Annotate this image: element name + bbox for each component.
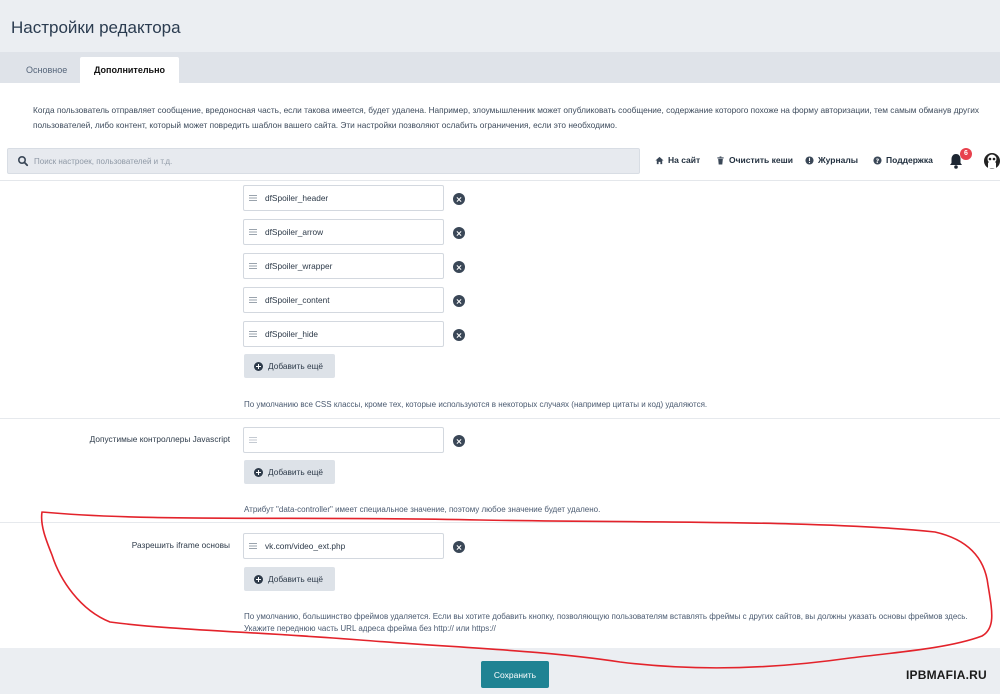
remove-icon[interactable] (453, 295, 465, 307)
add-js-controller-button[interactable]: Добавить ещё (244, 460, 335, 484)
top-bar: На сайт Очистить кеши Журналы ? Поддержк… (0, 142, 1000, 181)
js-controller-item[interactable] (243, 427, 444, 453)
site-link-label: На сайт (668, 155, 701, 165)
tab-basic[interactable]: Основное (12, 57, 81, 83)
remove-icon[interactable] (453, 435, 465, 447)
add-css-class-button[interactable]: Добавить ещё (244, 354, 335, 378)
remove-icon[interactable] (453, 541, 465, 553)
drag-handle-icon[interactable] (249, 228, 257, 236)
plus-circle-icon (254, 467, 263, 477)
drag-handle-icon[interactable] (249, 262, 257, 270)
home-icon (655, 156, 664, 164)
svg-text:?: ? (876, 157, 880, 164)
js-controllers-note: Атрибут "data-controller" имеет специаль… (244, 505, 601, 514)
css-classes-note: По умолчанию все CSS классы, кроме тех, … (244, 400, 708, 409)
drag-handle-icon[interactable] (249, 436, 257, 444)
plus-circle-icon (254, 361, 263, 371)
add-button-label: Добавить ещё (268, 467, 324, 477)
add-button-label: Добавить ещё (268, 574, 324, 584)
search-icon (17, 155, 29, 167)
iframe-bases-note-2: Укажите переднюю часть URL адреса фрейма… (244, 624, 496, 633)
trash-icon (717, 155, 724, 165)
save-button[interactable]: Сохранить (481, 661, 549, 688)
drag-handle-icon[interactable] (249, 296, 257, 304)
remove-icon[interactable] (453, 227, 465, 239)
iframe-base-value[interactable]: vk.com/video_ext.php (265, 541, 345, 551)
tab-bar: Основное Дополнительно (0, 52, 1000, 83)
question-icon: ? (873, 155, 882, 164)
logs-link[interactable]: Журналы (805, 155, 858, 165)
css-class-item[interactable]: dfSpoiler_header (243, 185, 444, 211)
add-iframe-base-button[interactable]: Добавить ещё (244, 567, 335, 591)
plus-circle-icon (254, 574, 263, 584)
support-link[interactable]: ? Поддержка (873, 155, 933, 165)
css-class-value[interactable]: dfSpoiler_arrow (265, 227, 323, 237)
description-text: Когда пользователь отправляет сообщение,… (33, 105, 980, 130)
css-class-value[interactable]: dfSpoiler_hide (265, 329, 318, 339)
css-class-value[interactable]: dfSpoiler_header (265, 193, 328, 203)
css-class-value[interactable]: dfSpoiler_wrapper (265, 261, 332, 271)
iframe-bases-label: Разрешить iframe основы (131, 540, 230, 550)
notification-badge: 6 (960, 148, 972, 160)
remove-icon[interactable] (453, 193, 465, 205)
clear-cache-link-label: Очистить кеши (729, 155, 793, 165)
page-title: Настройки редактора (11, 18, 181, 37)
drag-handle-icon[interactable] (249, 330, 257, 338)
search-box[interactable] (7, 148, 640, 174)
watermark: IPBMAFIA.RU (906, 668, 987, 682)
remove-icon[interactable] (453, 329, 465, 341)
row-divider (0, 522, 1000, 523)
logs-link-label: Журналы (818, 155, 859, 165)
remove-icon[interactable] (453, 261, 465, 273)
css-class-item[interactable]: dfSpoiler_arrow (243, 219, 444, 245)
js-controllers-label: Допустимые контроллеры Javascript (89, 434, 230, 444)
add-button-label: Добавить ещё (268, 361, 324, 371)
info-icon (805, 155, 814, 165)
iframe-base-item[interactable]: vk.com/video_ext.php (243, 533, 444, 559)
css-class-value[interactable]: dfSpoiler_content (265, 295, 330, 305)
css-class-item[interactable]: dfSpoiler_hide (243, 321, 444, 347)
support-link-label: Поддержка (886, 155, 933, 165)
site-link[interactable]: На сайт (655, 155, 700, 165)
css-class-item[interactable]: dfSpoiler_content (243, 287, 444, 313)
css-class-item[interactable]: dfSpoiler_wrapper (243, 253, 444, 279)
avatar[interactable] (982, 150, 1000, 172)
tab-advanced[interactable]: Дополнительно (80, 57, 180, 83)
drag-handle-icon[interactable] (249, 542, 257, 550)
clear-cache-link[interactable]: Очистить кеши (716, 155, 793, 165)
drag-handle-icon[interactable] (249, 194, 257, 202)
row-divider (0, 418, 1000, 419)
search-input[interactable] (34, 153, 624, 169)
